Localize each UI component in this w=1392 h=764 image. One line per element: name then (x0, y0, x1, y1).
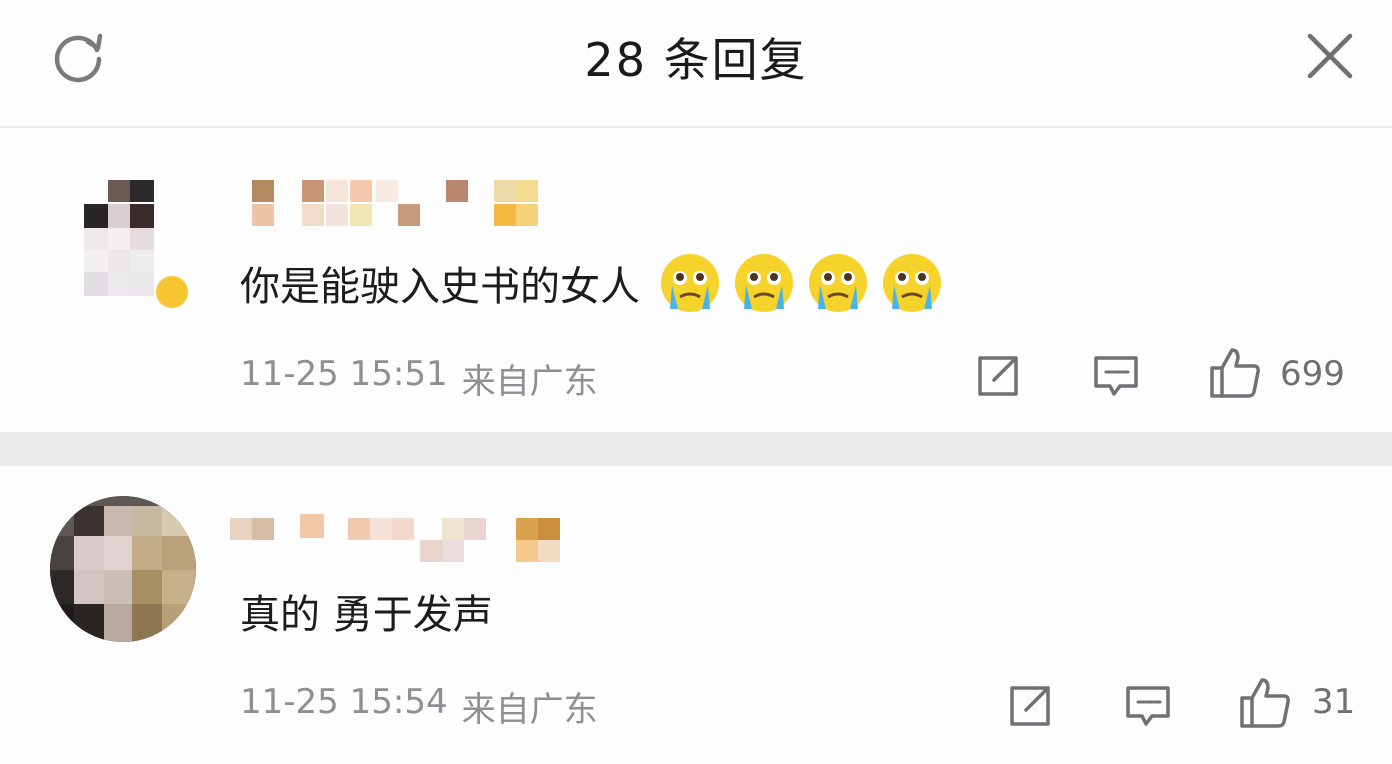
vip-badge-icon (156, 276, 188, 308)
close-button[interactable] (1304, 30, 1356, 82)
close-icon (1307, 33, 1353, 79)
comment-meta: 11-25 15:51 来自广东 (240, 354, 598, 403)
comment-item: 真的 勇于发声 11-25 15:54 来自广东 31 (0, 466, 1392, 764)
thumbs-up-icon (1210, 348, 1260, 398)
crying-face-emoji (883, 254, 941, 312)
comment-time: 11-25 15:51 (240, 354, 448, 394)
comment-location: 来自广东 (461, 690, 598, 730)
comment-item: 你是能驶入史书的女人 11-25 15:51 来自广东 699 (0, 130, 1392, 432)
reply-button[interactable] (1124, 682, 1172, 730)
comment-icon (1094, 356, 1138, 396)
like-count: 31 (1312, 682, 1356, 722)
like-button[interactable] (1208, 346, 1262, 400)
reply-button[interactable] (1092, 352, 1140, 400)
crying-face-emoji (809, 254, 867, 312)
like-count: 699 (1280, 354, 1345, 394)
comment-meta: 11-25 15:54 来自广东 (240, 682, 598, 731)
crying-face-emoji (735, 254, 793, 312)
share-button[interactable] (974, 352, 1022, 400)
section-divider (0, 432, 1392, 466)
comment-text: 真的 勇于发声 (240, 592, 493, 638)
avatar[interactable] (50, 496, 196, 642)
reply-panel: 28 条回复 你是能驶入史书的女人 11-25 15:51 来自广东 699 真… (0, 0, 1392, 764)
thumbs-up-icon (1240, 678, 1290, 728)
comment-time: 11-25 15:54 (240, 682, 448, 722)
comment-text-row: 你是能驶入史书的女人 (240, 248, 944, 318)
comment-text: 你是能驶入史书的女人 (240, 264, 640, 310)
comment-location: 来自广东 (461, 362, 598, 402)
share-icon (1010, 686, 1050, 726)
avatar[interactable] (76, 180, 196, 310)
comment-text-row: 真的 勇于发声 (240, 582, 493, 640)
page-title: 28 条回复 (584, 33, 808, 87)
comment-icon (1126, 686, 1170, 726)
crying-face-emoji (661, 254, 719, 312)
like-button[interactable] (1238, 676, 1292, 730)
header-bar: 28 条回复 (0, 0, 1392, 128)
share-icon (978, 356, 1018, 396)
share-button[interactable] (1006, 682, 1054, 730)
